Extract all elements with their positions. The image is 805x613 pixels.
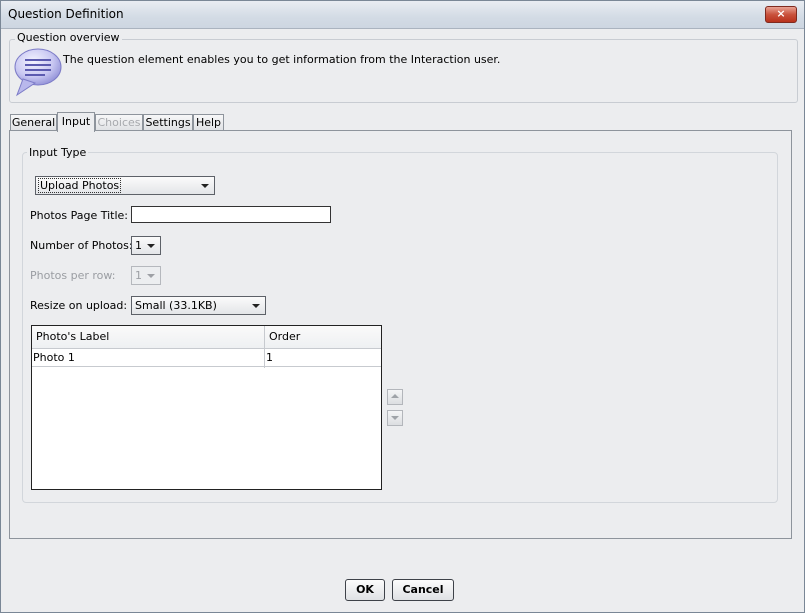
tab-help[interactable]: Help: [193, 114, 224, 131]
column-header-order[interactable]: Order: [269, 330, 300, 343]
order-cell[interactable]: 1: [266, 351, 273, 364]
close-button[interactable]: ×: [765, 6, 797, 23]
resize-on-upload-value: Small (33.1KB): [135, 299, 217, 312]
tab-input[interactable]: Input: [57, 112, 95, 132]
ok-button[interactable]: OK: [345, 579, 385, 601]
chevron-down-icon: [147, 274, 155, 278]
question-overview-legend: Question overview: [15, 31, 122, 44]
input-type-dropdown[interactable]: Upload Photos: [35, 176, 215, 195]
move-up-button[interactable]: [387, 389, 403, 405]
chevron-up-icon: [391, 394, 399, 398]
chevron-down-icon: [147, 244, 155, 248]
chevron-down-icon: [201, 184, 209, 188]
chevron-down-icon: [391, 416, 399, 420]
resize-on-upload-label: Resize on upload:: [30, 299, 128, 312]
number-of-photos-value: 1: [135, 239, 142, 252]
photo-label-cell[interactable]: Photo 1: [33, 351, 75, 364]
window-title: Question Definition: [8, 7, 124, 21]
chevron-down-icon: [252, 304, 260, 308]
tab-general[interactable]: General: [10, 114, 57, 131]
tab-settings[interactable]: Settings: [143, 114, 193, 131]
title-bar: Question Definition ×: [1, 1, 804, 29]
input-type-legend: Input Type: [27, 146, 89, 159]
speech-bubble-icon: [13, 47, 65, 99]
resize-on-upload-dropdown[interactable]: Small (33.1KB): [131, 296, 266, 315]
table-row[interactable]: Photo 1 1: [32, 349, 381, 367]
photos-per-row-label: Photos per row:: [30, 269, 116, 282]
photos-per-row-dropdown: 1: [131, 266, 161, 285]
photos-page-title-label: Photos Page Title:: [30, 209, 129, 222]
question-overview-description: The question element enables you to get …: [63, 53, 501, 66]
input-type-value: Upload Photos: [37, 178, 122, 193]
move-down-button[interactable]: [387, 410, 403, 426]
number-of-photos-label: Number of Photos:: [30, 239, 133, 252]
number-of-photos-dropdown[interactable]: 1: [131, 236, 161, 255]
photos-page-title-input[interactable]: [131, 206, 331, 223]
table-header: Photo's Label Order: [32, 326, 381, 349]
tab-choices: Choices: [95, 114, 143, 131]
column-header-photo-label[interactable]: Photo's Label: [36, 330, 109, 343]
photos-per-row-value: 1: [135, 269, 142, 282]
question-overview-group: [9, 39, 798, 103]
cancel-button[interactable]: Cancel: [392, 579, 454, 601]
photo-labels-table: Photo's Label Order Photo 1 1: [31, 325, 382, 490]
